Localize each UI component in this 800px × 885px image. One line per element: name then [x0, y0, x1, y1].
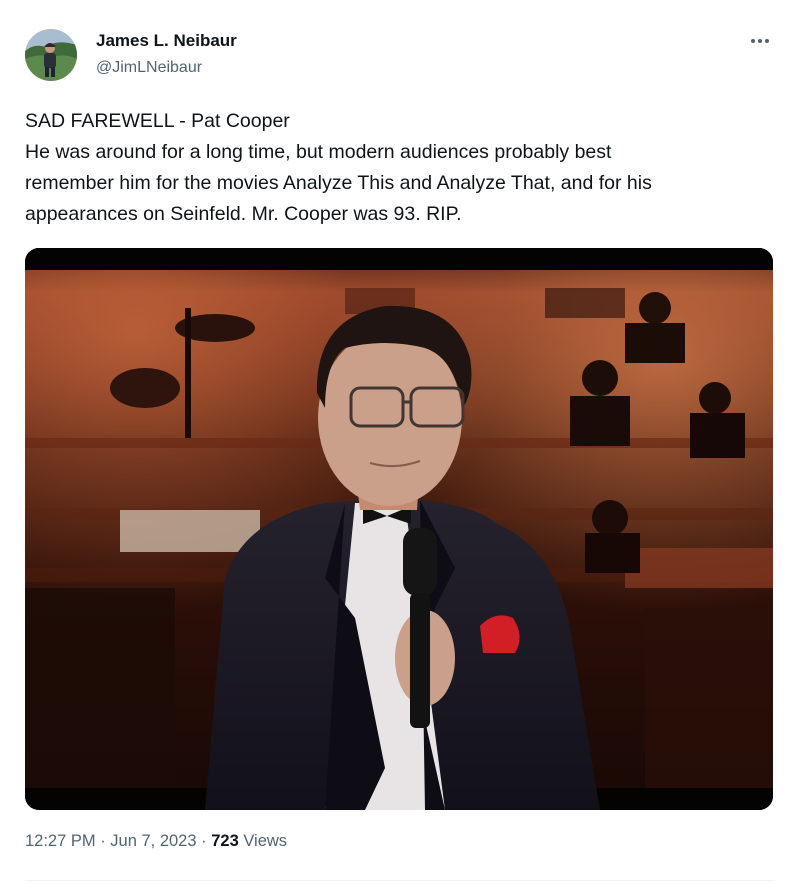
- tweet-time[interactable]: 12:27 PM: [25, 832, 96, 850]
- tweet-metadata: 12:27 PM · Jun 7, 2023 · 723 Views: [25, 832, 287, 851]
- tweet: James L. Neibaur @JimLNeibaur SAD FAREWE…: [0, 0, 800, 885]
- divider: [25, 880, 775, 881]
- tweet-text-line: appearances on Seinfeld. Mr. Cooper was …: [25, 203, 462, 225]
- meta-separator: ·: [95, 832, 111, 850]
- media-image: [25, 248, 773, 810]
- views-label: Views: [238, 832, 288, 850]
- meta-separator: ·: [196, 832, 212, 850]
- author-display-name[interactable]: James L. Neibaur: [96, 31, 237, 51]
- tweet-text-line: He was around for a long time, but moder…: [25, 141, 612, 163]
- more-options-button[interactable]: [742, 26, 778, 56]
- tweet-date[interactable]: Jun 7, 2023: [110, 832, 196, 850]
- avatar-image: [25, 29, 77, 81]
- tweet-media-photo[interactable]: [25, 248, 773, 810]
- tweet-text-line: SAD FAREWELL - Pat Cooper: [25, 110, 290, 132]
- tweet-text-line: remember him for the movies Analyze This…: [25, 172, 652, 194]
- tweet-text: SAD FAREWELL - Pat Cooper He was around …: [25, 106, 775, 230]
- author-handle[interactable]: @JimLNeibaur: [96, 59, 202, 77]
- avatar[interactable]: [25, 29, 77, 81]
- views-count[interactable]: 723: [211, 832, 239, 850]
- more-horizontal-icon: [751, 39, 769, 43]
